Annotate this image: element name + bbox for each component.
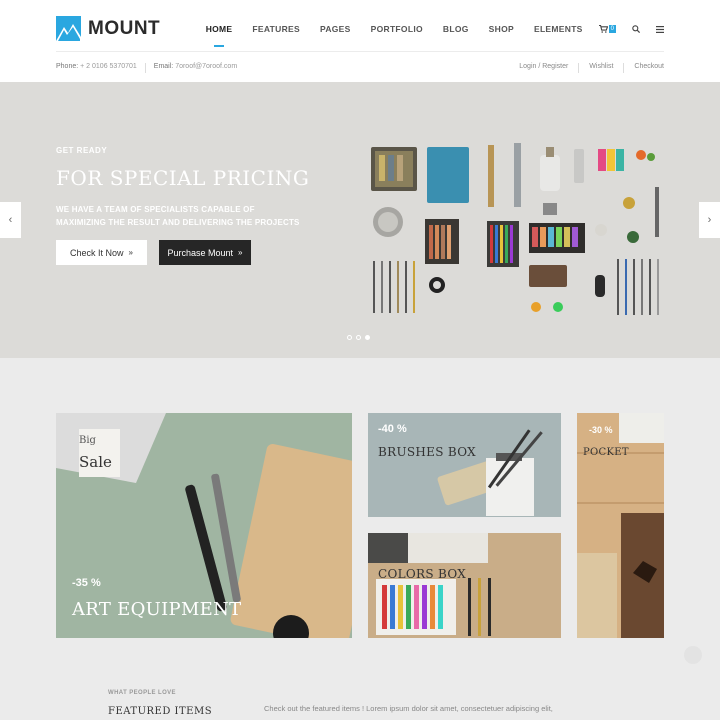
slider-dot-3[interactable] (365, 335, 370, 340)
email-address[interactable]: 7oroof@7oroof.com (175, 63, 237, 73)
hero-kicker: GET READY (56, 146, 108, 155)
promo-discount: -40 % (378, 423, 407, 435)
stationery-flatlay-image (371, 143, 659, 315)
button-label: Check It Now (70, 247, 124, 258)
divider (623, 63, 625, 73)
hero-slider: GET READY FOR SPECIAL PRICING WE HAVE A … (0, 82, 720, 358)
search-button[interactable] (632, 25, 640, 39)
purchase-mount-button[interactable]: Purchase Mount » (159, 240, 251, 265)
divider (578, 63, 580, 73)
nav-features[interactable]: FEATURES (252, 24, 300, 40)
nav-pages[interactable]: PAGES (320, 24, 351, 40)
site-header: MOUNT HOME FEATURES PAGES PORTFOLIO BLOG… (0, 0, 720, 82)
check-it-now-button[interactable]: Check It Now » (56, 240, 147, 265)
featured-kicker: WHAT PEOPLE LOVE (108, 690, 176, 696)
big-sale-tag: Big Sale (79, 429, 120, 477)
promo-discount: -35 % (72, 577, 101, 589)
promo-name: POCKET (583, 447, 629, 458)
cart-icon (598, 25, 608, 33)
slider-dot-2[interactable] (356, 335, 361, 340)
scroll-top-button[interactable] (684, 646, 702, 664)
promo-pocket[interactable]: -30 % POCKET (577, 413, 664, 638)
contact-info: Phone: + 2 0106 5370701 Email: 7oroof@7o… (56, 63, 237, 73)
cart-button[interactable]: 0 (598, 25, 616, 39)
search-icon (632, 25, 640, 33)
slider-dot-1[interactable] (347, 335, 352, 340)
phone-number[interactable]: + 2 0106 5370701 (80, 63, 137, 73)
nav-blog[interactable]: BLOG (443, 24, 469, 40)
featured-title: FEATURED ITEMS (108, 706, 213, 717)
menu-button[interactable] (656, 25, 664, 39)
promo-colors-box[interactable]: COLORS BOX (368, 533, 561, 638)
promo-art-equipment[interactable]: Big Sale -35 % ART EQUIPMENT (56, 413, 352, 638)
mountain-logo-icon (56, 16, 81, 41)
sale-label: Sale (79, 453, 112, 471)
colors-box-image (368, 533, 561, 638)
account-links: Login / Register Wishlist Checkout (519, 63, 664, 73)
nav-elements[interactable]: ELEMENTS (534, 24, 583, 40)
chevron-right-icon: › (707, 214, 712, 226)
slider-dots (347, 335, 374, 340)
logo[interactable]: MOUNT (56, 16, 160, 41)
promo-name: COLORS BOX (378, 567, 467, 581)
double-chevron-right-icon: » (238, 248, 243, 257)
divider (144, 63, 146, 73)
promo-name: ART EQUIPMENT (72, 599, 242, 620)
nav-home[interactable]: HOME (206, 24, 233, 40)
featured-text: Check out the featured items ! Lorem ips… (264, 704, 553, 713)
brand-name: MOUNT (88, 17, 161, 39)
nav-shop[interactable]: SHOP (489, 24, 514, 40)
phone-label: Phone: (56, 63, 79, 70)
promo-name: BRUSHES BOX (378, 445, 476, 459)
hero-description: WE HAVE A TEAM OF SPECIALISTS CAPABLE OF… (56, 205, 300, 227)
double-chevron-right-icon: » (128, 248, 133, 257)
slider-next-button[interactable]: › (699, 202, 720, 238)
checkout-link[interactable]: Checkout (634, 63, 664, 73)
main-nav: HOME FEATURES PAGES PORTFOLIO BLOG SHOP … (186, 24, 664, 40)
button-label: Purchase Mount (167, 247, 234, 258)
login-register-link[interactable]: Login / Register (519, 63, 568, 73)
promo-brushes-box[interactable]: -40 % BRUSHES BOX (368, 413, 561, 517)
menu-icon (656, 25, 664, 33)
wishlist-link[interactable]: Wishlist (589, 63, 613, 73)
hero-title: FOR SPECIAL PRICING (56, 166, 310, 190)
chevron-left-icon: ‹ (8, 214, 13, 226)
slider-prev-button[interactable]: ‹ (0, 202, 21, 238)
header-divider (56, 51, 664, 52)
promo-discount: -30 % (589, 425, 613, 435)
cart-count-badge: 0 (608, 25, 616, 33)
nav-portfolio[interactable]: PORTFOLIO (371, 24, 423, 40)
big-label: Big (79, 435, 96, 446)
email-label: Email: (153, 63, 174, 70)
